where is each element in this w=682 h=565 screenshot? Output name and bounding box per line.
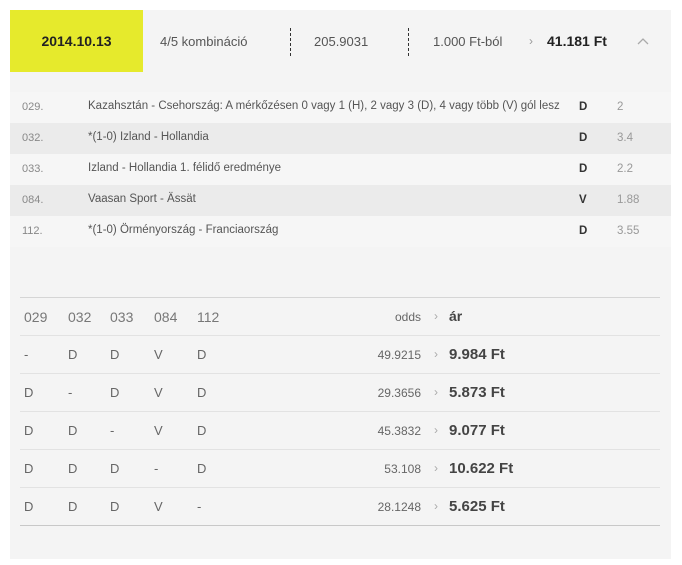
bet-event: *(1-0) Örményország - Franciaország [88,224,279,236]
combination-odds: 28.1248 [377,500,421,514]
bet-number: 029. [22,101,44,113]
arrow-right-icon: › [434,385,438,399]
ticket-header[interactable]: 2014.10.13 4/5 kombináció 205.9031 1.000… [10,10,671,72]
chevron-up-icon[interactable] [637,10,649,72]
combination-cell: D [68,499,78,514]
arrow-right-icon: › [434,309,438,323]
total-odds: 205.9031 [314,33,369,49]
combination-cell: D [197,347,207,362]
bet-odds: 3.55 [617,225,640,237]
bet-odds: 2 [617,101,624,113]
price-header: ár [449,308,463,324]
arrow-right-icon: › [434,499,438,513]
combination-row: D D D - D 53.108 › 10.622 Ft [20,450,660,488]
bet-list: 029. Kazahsztán - Csehország: A mérkőzése… [10,92,671,247]
combination-type: 4/5 kombináció [160,33,248,49]
potential-win: 41.181 Ft [547,33,607,49]
combination-odds: 29.3656 [377,386,421,400]
combination-cell: D [24,385,34,400]
combination-cell: D [24,461,34,476]
arrow-right-icon: › [434,347,438,361]
divider [408,28,409,56]
bet-number: 084. [22,194,44,206]
bet-row: 033. Izland - Hollandia 1. félidő eredmén… [10,154,671,185]
combination-cell: D [197,461,207,476]
combination-cell: D [24,499,34,514]
bet-pick: D [579,132,588,144]
ticket-card: 2014.10.13 4/5 kombináció 205.9031 1.000… [10,10,671,559]
combination-cell: - [110,423,115,438]
bet-row: 029. Kazahsztán - Csehország: A mérkőzése… [10,92,671,123]
column-header: 084 [154,309,178,325]
combination-row: - D D V D 49.9215 › 9.984 Ft [20,336,660,374]
combinations-table: 029 032 033 084 112 odds › ár - D D V D 49.92… [20,297,660,526]
bet-odds: 2.2 [617,163,633,175]
combination-odds: 45.3832 [377,424,421,438]
arrow-right-icon: › [434,461,438,475]
bet-pick: V [579,194,587,206]
combination-cell: D [68,347,78,362]
combination-row: D - D V D 29.3656 › 5.873 Ft [20,374,660,412]
bet-event: Vaasan Sport - Ässät [88,193,196,205]
combination-price: 5.873 Ft [449,384,505,401]
combination-price: 9.984 Ft [449,346,505,363]
combination-price: 9.077 Ft [449,422,505,439]
combination-row: D D D V - 28.1248 › 5.625 Ft [20,488,660,526]
bet-row: 032. *(1-0) Izland - Hollandia D 3.4 [10,123,671,154]
combination-cell: D [110,347,120,362]
column-header: 112 [197,309,220,325]
bet-odds: 1.88 [617,194,640,206]
combination-cell: D [24,423,34,438]
bet-row: 084. Vaasan Sport - Ässät V 1.88 [10,185,671,216]
odds-header: odds [394,310,421,324]
stake-amount: 1.000 Ft-ból [433,33,503,49]
combination-cell: D [68,461,78,476]
combinations-header: 029 032 033 084 112 odds › ár [20,298,660,336]
combination-price: 5.625 Ft [449,498,505,515]
combination-cell: D [197,385,207,400]
combination-cell: D [68,423,78,438]
combination-row: D D - V D 45.3832 › 9.077 Ft [20,412,660,450]
combination-cell: V [154,499,163,514]
bet-event: *(1-0) Izland - Hollandia [88,131,209,143]
column-header: 032 [68,309,92,325]
combination-cell: D [110,499,120,514]
column-header: 033 [110,309,134,325]
bet-pick: D [579,163,588,175]
combination-cell: - [24,347,29,362]
combination-cell: V [154,423,163,438]
arrow-right-icon: › [529,34,533,48]
combination-cell: V [154,347,163,362]
bet-pick: D [579,101,588,113]
combination-cell: D [110,461,120,476]
bet-odds: 3.4 [617,132,633,144]
bet-pick: D [579,225,588,237]
bet-number: 112. [22,225,43,237]
ticket-date: 2014.10.13 [10,10,143,72]
combination-cell: - [154,461,159,476]
bet-row: 112. *(1-0) Örményország - Franciaország D… [10,216,671,247]
combination-odds: 49.9215 [377,348,421,362]
column-header: 029 [24,309,48,325]
divider [290,28,291,56]
combination-odds: 53.108 [384,462,421,476]
bet-number: 032. [22,132,44,144]
combination-cell: V [154,385,163,400]
bet-event: Izland - Hollandia 1. félidő eredménye [88,162,282,174]
combination-price: 10.622 Ft [449,460,514,477]
combination-cell: D [110,385,120,400]
bet-number: 033. [22,163,44,175]
arrow-right-icon: › [434,423,438,437]
combination-cell: - [68,385,73,400]
bet-event: Kazahsztán - Csehország: A mérkőzésen 0 … [88,100,560,112]
combination-cell: D [197,423,207,438]
combination-cell: - [197,499,202,514]
